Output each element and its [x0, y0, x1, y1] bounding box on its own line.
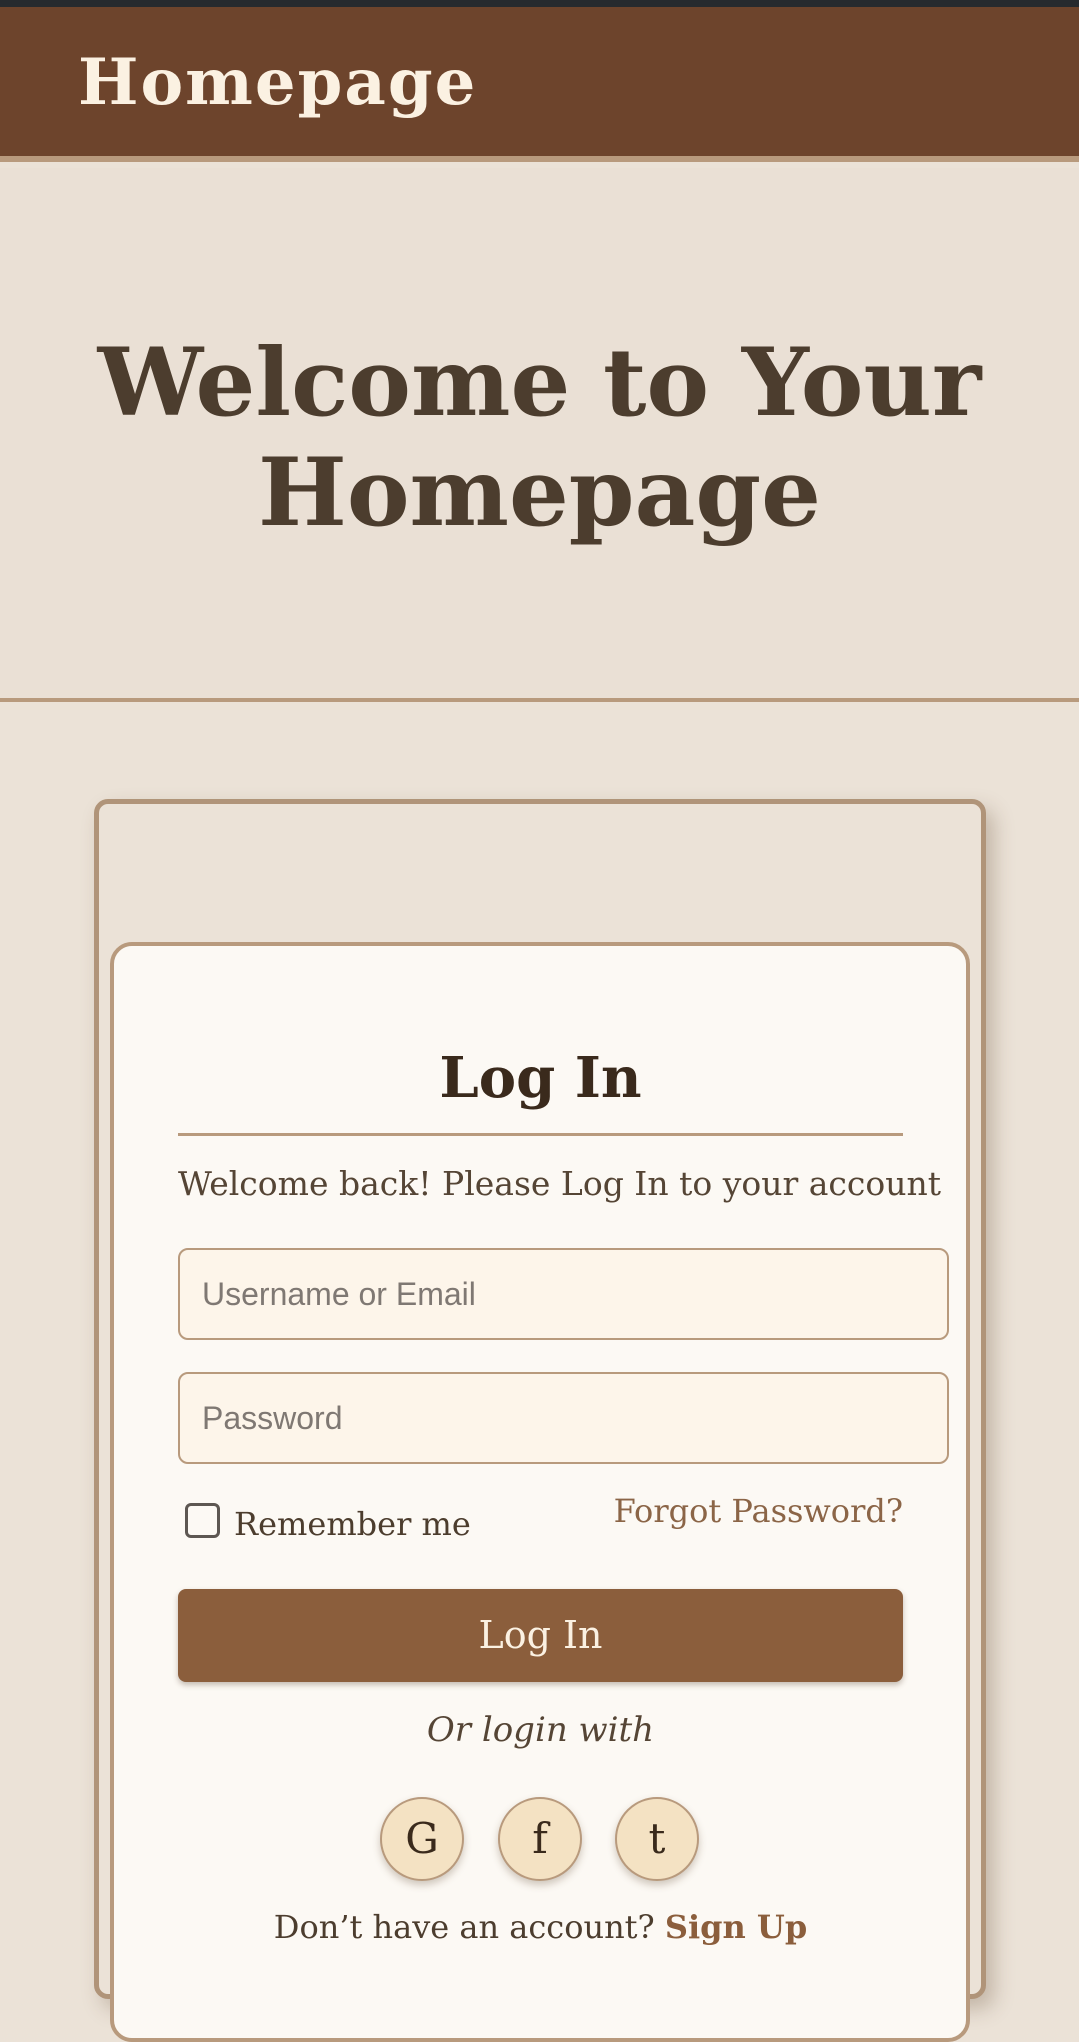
facebook-icon: f: [532, 1814, 548, 1863]
site-header: Homepage: [0, 7, 1079, 162]
twitter-icon: t: [648, 1814, 666, 1863]
login-button[interactable]: Log In: [178, 1589, 903, 1682]
hero-section: Welcome to Your Homepage: [0, 168, 1079, 702]
google-icon: G: [405, 1814, 439, 1863]
signup-prompt: Don’t have an account? Sign Up: [178, 1908, 903, 1946]
password-field[interactable]: [178, 1372, 949, 1464]
alternative-login-label: Or login with: [426, 1710, 655, 1750]
heading-divider: [178, 1133, 903, 1136]
remember-me-label[interactable]: Remember me: [234, 1505, 471, 1543]
welcome-message: Welcome back! Please Log In to your acco…: [178, 1164, 942, 1203]
hero-title: Welcome to Your Homepage: [97, 328, 982, 548]
twitter-login-button[interactable]: t: [615, 1797, 699, 1881]
signup-prompt-text: Don’t have an account?: [273, 1908, 655, 1946]
top-edge-strip: [0, 0, 1079, 7]
site-title[interactable]: Homepage: [78, 45, 477, 120]
google-login-button[interactable]: G: [380, 1797, 464, 1881]
facebook-login-button[interactable]: f: [498, 1797, 582, 1881]
username-field[interactable]: [178, 1248, 949, 1340]
remember-me-checkbox[interactable]: [185, 1503, 220, 1538]
signup-link[interactable]: Sign Up: [665, 1908, 807, 1946]
forgot-password-link[interactable]: Forgot Password?: [614, 1492, 903, 1530]
login-heading: Log In: [439, 1045, 642, 1111]
